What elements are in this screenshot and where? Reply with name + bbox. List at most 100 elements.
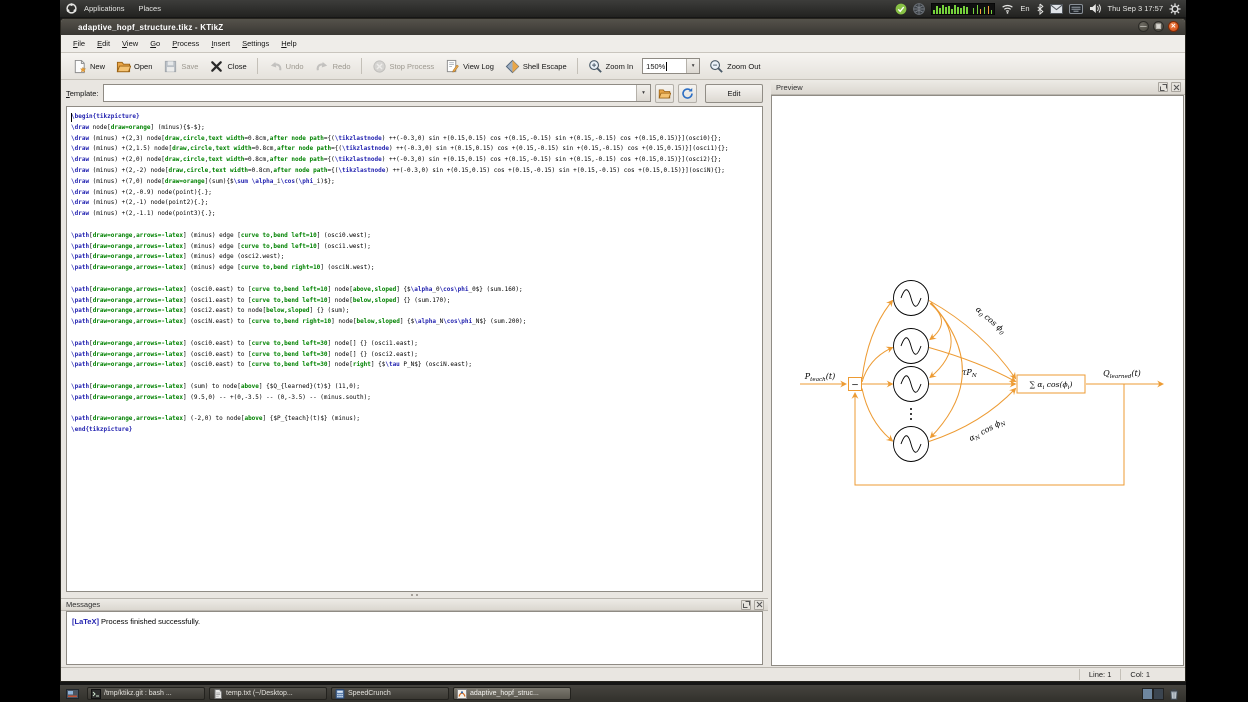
code-line[interactable]: \draw (minus) +(2,-1.1) node(point3){.}; <box>71 209 762 220</box>
preview-pane[interactable]: − ∑ αi cos(ϕi) Pteach(t) Qlearned(t) τPN… <box>771 95 1184 666</box>
close-icon[interactable] <box>1171 82 1181 92</box>
save-button[interactable]: Save <box>158 57 203 76</box>
trash-icon[interactable] <box>1169 688 1179 700</box>
code-line[interactable]: \begin{tikzpicture} <box>71 112 762 123</box>
places-menu[interactable]: Places <box>131 0 168 17</box>
open-button[interactable]: Open <box>111 57 157 76</box>
undo-icon <box>268 59 283 74</box>
code-line[interactable]: \path[draw=orange,arrows=-latex] (-2,0) … <box>71 414 762 425</box>
calculator-icon <box>335 689 345 699</box>
stop-process-button[interactable]: Stop Process <box>367 57 440 76</box>
undock-icon[interactable] <box>741 600 751 610</box>
close-icon[interactable] <box>754 600 764 610</box>
preview-title: Preview <box>776 83 803 92</box>
preview-dock-header[interactable]: Preview <box>771 80 1185 95</box>
text-file-icon <box>213 689 223 699</box>
shell-escape-button[interactable]: Shell Escape <box>500 57 572 76</box>
titlebar[interactable]: adaptive_hopf_structure.tikz - KTikZ — ▣… <box>61 19 1185 35</box>
wifi-icon[interactable] <box>1001 3 1014 14</box>
system-load-monitor[interactable] <box>931 3 995 15</box>
taskbar-window-texteditor[interactable]: temp.txt (~/Desktop... <box>209 687 327 700</box>
zoom-level-combo[interactable]: 150% ▾ <box>642 58 700 74</box>
menu-view[interactable]: View <box>116 37 144 50</box>
undo-button[interactable]: Undo <box>263 57 309 76</box>
code-line[interactable] <box>71 328 762 339</box>
code-line[interactable]: \path[draw=orange,arrows=-latex] (osci0.… <box>71 339 762 350</box>
template-reload-button[interactable] <box>678 84 697 103</box>
menu-settings[interactable]: Settings <box>236 37 275 50</box>
code-line[interactable] <box>71 274 762 285</box>
combo-dropdown-arrow-icon[interactable]: ▾ <box>636 85 650 101</box>
code-line[interactable]: \path[draw=orange,arrows=-latex] (osciN.… <box>71 317 762 328</box>
code-line[interactable]: \path[draw=orange,arrows=-latex] (osci2.… <box>71 306 762 317</box>
mail-icon[interactable] <box>1050 4 1063 14</box>
zoom-in-button[interactable]: Zoom In <box>583 57 639 76</box>
code-area[interactable]: \begin{tikzpicture}\draw node[draw=orang… <box>66 106 763 592</box>
terminal-icon <box>91 689 101 699</box>
code-line[interactable]: \path[draw=orange,arrows=-latex] (minus)… <box>71 263 762 274</box>
code-line[interactable] <box>71 220 762 231</box>
new-button[interactable]: New <box>67 57 110 76</box>
code-line[interactable] <box>71 404 762 415</box>
workspace-switcher[interactable] <box>1142 688 1164 700</box>
code-line[interactable]: \draw (minus) +(2,1.5) node[draw,circle,… <box>71 144 762 155</box>
update-notifier-icon[interactable] <box>895 3 907 15</box>
undock-icon[interactable] <box>1158 82 1168 92</box>
combo-dropdown-arrow-icon[interactable]: ▾ <box>686 59 699 73</box>
applications-menu[interactable]: Applications <box>77 0 131 17</box>
close-button[interactable]: Close <box>204 57 251 76</box>
messages-dock-header[interactable]: Messages <box>61 598 768 611</box>
code-line[interactable]: \draw (minus) +(2,-2) node[draw,circle,t… <box>71 166 762 177</box>
menu-edit[interactable]: Edit <box>91 37 116 50</box>
code-line[interactable]: \path[draw=orange,arrows=-latex] (minus)… <box>71 231 762 242</box>
template-combo[interactable]: ▾ <box>103 84 651 102</box>
network-globe-icon[interactable] <box>913 3 925 15</box>
code-line[interactable]: \path[draw=orange,arrows=-latex] (sum) t… <box>71 382 762 393</box>
message-tag: [LaTeX] <box>72 617 99 626</box>
menu-process[interactable]: Process <box>166 37 205 50</box>
clock[interactable]: Thu Sep 3 17:57 <box>1108 4 1163 13</box>
code-line[interactable]: \path[draw=orange,arrows=-latex] (minus)… <box>71 252 762 263</box>
close-window-button[interactable]: ✕ <box>1168 21 1179 32</box>
session-gear-icon[interactable] <box>1169 3 1181 15</box>
code-line[interactable]: \draw (minus) +(2,3) node[draw,circle,te… <box>71 134 762 145</box>
menu-go[interactable]: Go <box>144 37 166 50</box>
zoom-out-button[interactable]: Zoom Out <box>704 57 765 76</box>
code-line[interactable]: \end{tikzpicture} <box>71 425 762 436</box>
code-line[interactable]: \path[draw=orange,arrows=-latex] (9.5,0)… <box>71 393 762 404</box>
template-open-button[interactable] <box>655 84 674 103</box>
code-line[interactable]: \path[draw=orange,arrows=-latex] (osci1.… <box>71 296 762 307</box>
show-desktop-icon[interactable] <box>66 688 79 700</box>
distributor-logo-icon[interactable] <box>60 3 77 14</box>
toolbar: New Open Save Close Undo Redo <box>61 53 1185 80</box>
menu-help[interactable]: Help <box>275 37 302 50</box>
code-line[interactable]: \path[draw=orange,arrows=-latex] (minus)… <box>71 242 762 253</box>
taskbar-window-speedcrunch[interactable]: SpeedCrunch <box>331 687 449 700</box>
template-edit-button[interactable]: Edit <box>705 84 763 103</box>
code-line[interactable]: \draw (minus) +(2,0) node[draw,circle,te… <box>71 155 762 166</box>
alpha0-label: α0 cos ϕ0 <box>973 305 1008 338</box>
zoom-out-icon <box>709 59 724 74</box>
code-line[interactable]: \draw (minus) +(2,-0.9) node(point){.}; <box>71 188 762 199</box>
taskbar-window-ktikz[interactable]: adaptive_hopf_struc... <box>453 687 571 700</box>
code-line[interactable]: \path[draw=orange,arrows=-latex] (osci0.… <box>71 360 762 371</box>
code-line[interactable]: \path[draw=orange,arrows=-latex] (osci0.… <box>71 350 762 361</box>
minimize-button[interactable]: — <box>1138 21 1149 32</box>
menu-insert[interactable]: Insert <box>205 37 236 50</box>
template-bar: Template: ▾ Edit <box>61 80 768 106</box>
oscillator-nodes <box>894 281 929 462</box>
code-line[interactable]: \path[draw=orange,arrows=-latex] (osci0.… <box>71 285 762 296</box>
code-line[interactable]: \draw (minus) +(2,-1) node(point2){.}; <box>71 198 762 209</box>
code-line[interactable]: \draw (minus) +(7,0) node[draw=orange](s… <box>71 177 762 188</box>
taskbar-window-terminal[interactable]: /tmp/ktikz.git : bash ... <box>87 687 205 700</box>
volume-icon[interactable] <box>1089 3 1102 14</box>
menu-file[interactable]: File <box>67 37 91 50</box>
keyboard-layout-indicator[interactable]: En <box>1020 4 1029 13</box>
code-line[interactable] <box>71 371 762 382</box>
bluetooth-icon[interactable] <box>1036 3 1044 15</box>
code-line[interactable]: \draw node[draw=orange] (minus){$-$}; <box>71 123 762 134</box>
keyboard-icon[interactable] <box>1069 4 1083 14</box>
maximize-button[interactable]: ▣ <box>1153 21 1164 32</box>
view-log-button[interactable]: View Log <box>440 57 499 76</box>
redo-button[interactable]: Redo <box>310 57 356 76</box>
